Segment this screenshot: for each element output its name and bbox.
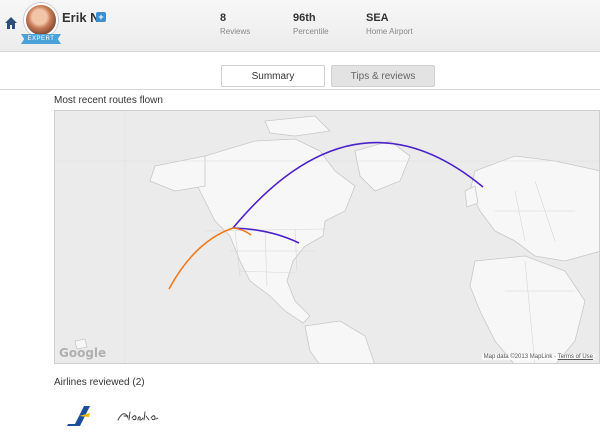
add-friend-icon[interactable]: + [96, 12, 106, 22]
stat-home-airport[interactable]: SEA Home Airport [366, 12, 413, 36]
routes-map[interactable]: Google Map data ©2013 MapLink - Terms of… [54, 110, 600, 364]
tab-summary[interactable]: Summary [221, 65, 325, 87]
landmass-layer [74, 115, 599, 363]
expert-badge: EXPERT [21, 34, 61, 44]
avatar[interactable] [24, 3, 58, 37]
stat-label: Percentile [293, 27, 329, 36]
terms-of-use-link[interactable]: Terms of Use [558, 354, 593, 360]
stat-value: 8 [220, 12, 227, 24]
stat-label: Home Airport [366, 27, 413, 36]
tab-bar: Summary Tips & reviews [0, 60, 600, 90]
user-name[interactable]: Erik N [62, 10, 100, 25]
map-attribution: Map data ©2013 MapLink - Terms of Use [481, 354, 595, 360]
stat-reviews[interactable]: 8 Reviews [220, 12, 250, 36]
route-sea-pacific[interactable] [168, 227, 234, 290]
stat-value: 96th [293, 12, 316, 24]
stat-value: SEA [366, 12, 389, 24]
stat-percentile: 96th Percentile [293, 12, 329, 36]
google-logo: Google [59, 346, 107, 360]
alaska-airlines-logo[interactable] [116, 408, 160, 429]
home-icon[interactable] [4, 16, 18, 30]
icelandair-logo[interactable] [66, 404, 92, 433]
attribution-text: Map data ©2013 MapLink [483, 354, 553, 360]
airlines-title: Airlines reviewed (2) [54, 377, 145, 388]
stat-label: Reviews [220, 27, 251, 36]
routes-title: Most recent routes flown [54, 95, 163, 106]
profile-header: EXPERT Erik N + 8 Reviews 96th Percentil… [0, 0, 600, 52]
tab-tips-reviews[interactable]: Tips & reviews [331, 65, 435, 87]
map-canvas [55, 111, 599, 363]
